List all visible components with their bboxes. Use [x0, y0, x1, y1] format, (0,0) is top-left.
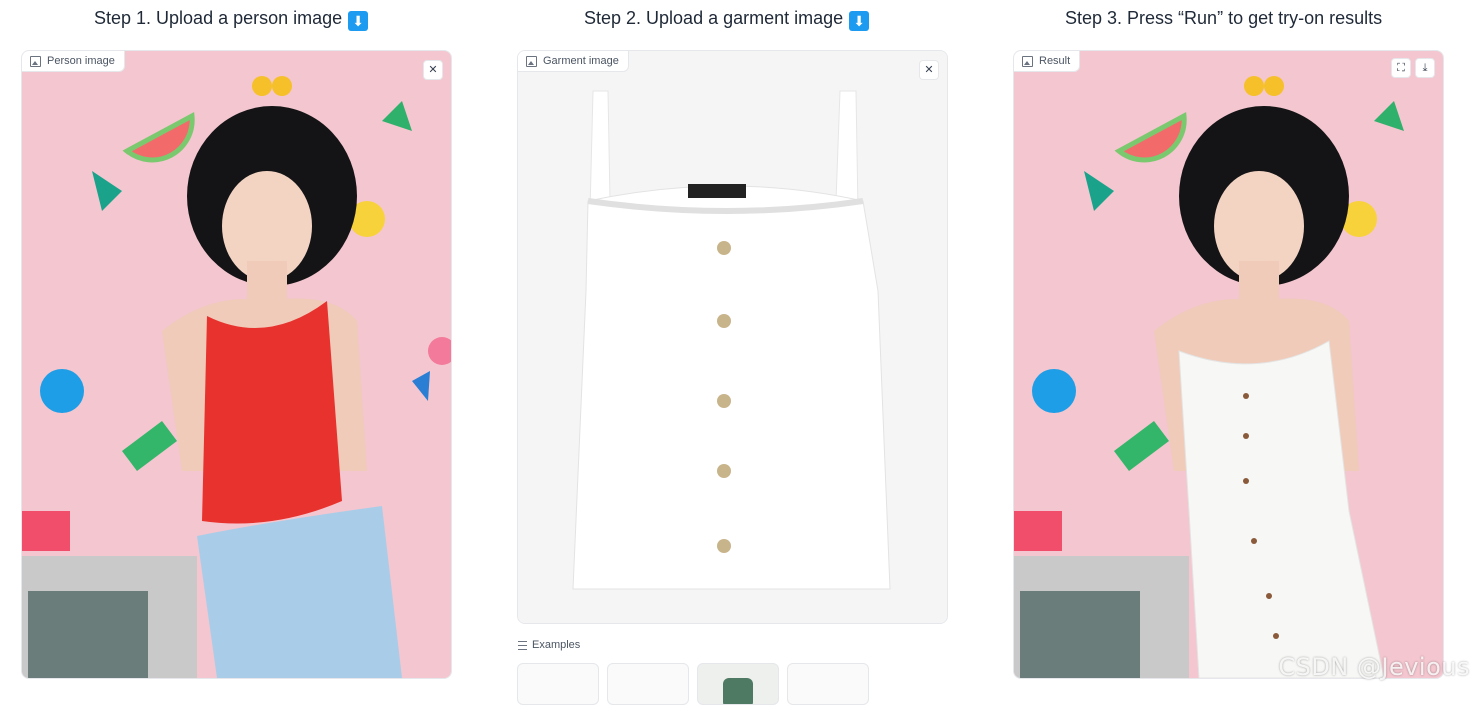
down-arrow-icon: ⬇	[348, 11, 368, 31]
result-label-text: Result	[1039, 55, 1070, 67]
fullscreen-button[interactable]: ⛶	[1391, 58, 1411, 78]
garment-image-panel[interactable]: Garment image ✕	[517, 50, 948, 624]
image-icon	[1022, 56, 1033, 67]
person-image-panel[interactable]: Person image ✕	[21, 50, 452, 679]
result-photo	[1014, 51, 1443, 678]
result-panel: Result ⛶ ⤓	[1013, 50, 1444, 679]
garment-photo	[518, 51, 947, 623]
step2-title: Step 2. Upload a garment image ⬇	[584, 8, 869, 31]
clear-person-button[interactable]: ✕	[423, 60, 443, 80]
step2-title-text: Step 2. Upload a garment image	[584, 8, 843, 28]
step1-title-text: Step 1. Upload a person image	[94, 8, 342, 28]
csdn-watermark: CSDN @Jevious	[1278, 653, 1470, 681]
step3-title: Step 3. Press “Run” to get try-on result…	[1065, 8, 1382, 29]
step1-title: Step 1. Upload a person image ⬇	[94, 8, 368, 31]
image-icon	[30, 56, 41, 67]
person-photo	[22, 51, 451, 678]
image-icon	[526, 56, 537, 67]
garment-image-label-text: Garment image	[543, 55, 619, 67]
examples-header: Examples	[518, 639, 580, 651]
garment-swatch	[723, 678, 753, 705]
example-thumbnail[interactable]	[697, 663, 779, 705]
result-label: Result	[1014, 51, 1080, 72]
clear-garment-button[interactable]: ✕	[919, 60, 939, 80]
person-image-label-text: Person image	[47, 55, 115, 67]
example-thumbnail[interactable]	[787, 663, 869, 705]
download-button[interactable]: ⤓	[1415, 58, 1435, 78]
garment-image-label: Garment image	[518, 51, 629, 72]
list-icon	[518, 641, 527, 650]
example-thumbnail[interactable]	[607, 663, 689, 705]
example-thumbnail[interactable]	[517, 663, 599, 705]
examples-label-text: Examples	[532, 639, 580, 651]
step3-title-text: Step 3. Press “Run” to get try-on result…	[1065, 8, 1382, 28]
down-arrow-icon: ⬇	[849, 11, 869, 31]
person-image-label: Person image	[22, 51, 125, 72]
